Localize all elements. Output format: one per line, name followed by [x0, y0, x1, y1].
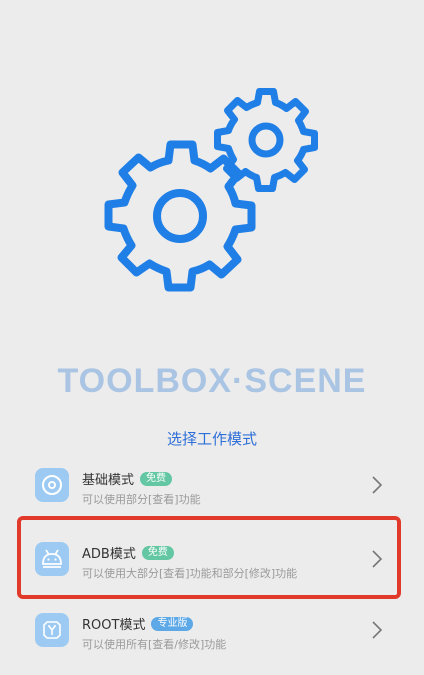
gears-icon [104, 88, 318, 292]
app-brand: TOOLBOX·SCENE [57, 362, 367, 400]
chip-icon [35, 613, 69, 647]
pro-badge: 专业版 [151, 616, 194, 631]
mode-title: ROOT模式 专业版 [82, 614, 194, 633]
free-badge: 免费 [140, 471, 173, 486]
mode-title-text: 基础模式 [82, 473, 135, 488]
chevron-right-icon [372, 476, 382, 494]
disc-icon [35, 468, 69, 502]
mode-title-text: ROOT模式 [82, 618, 146, 633]
mode-title: 基础模式 免费 [82, 469, 173, 488]
mode-root[interactable]: ROOT模式 专业版 可以使用所有[查看/修改]功能 [28, 601, 398, 661]
mode-desc: 可以使用所有[查看/修改]功能 [82, 638, 227, 651]
selection-highlight [17, 516, 401, 599]
mode-desc: 可以使用部分[查看]功能 [82, 493, 201, 506]
page-subtitle: 选择工作模式 [166, 430, 257, 448]
mode-basic[interactable]: 基础模式 免费 可以使用部分[查看]功能 [28, 456, 398, 516]
chevron-right-icon [372, 621, 382, 639]
